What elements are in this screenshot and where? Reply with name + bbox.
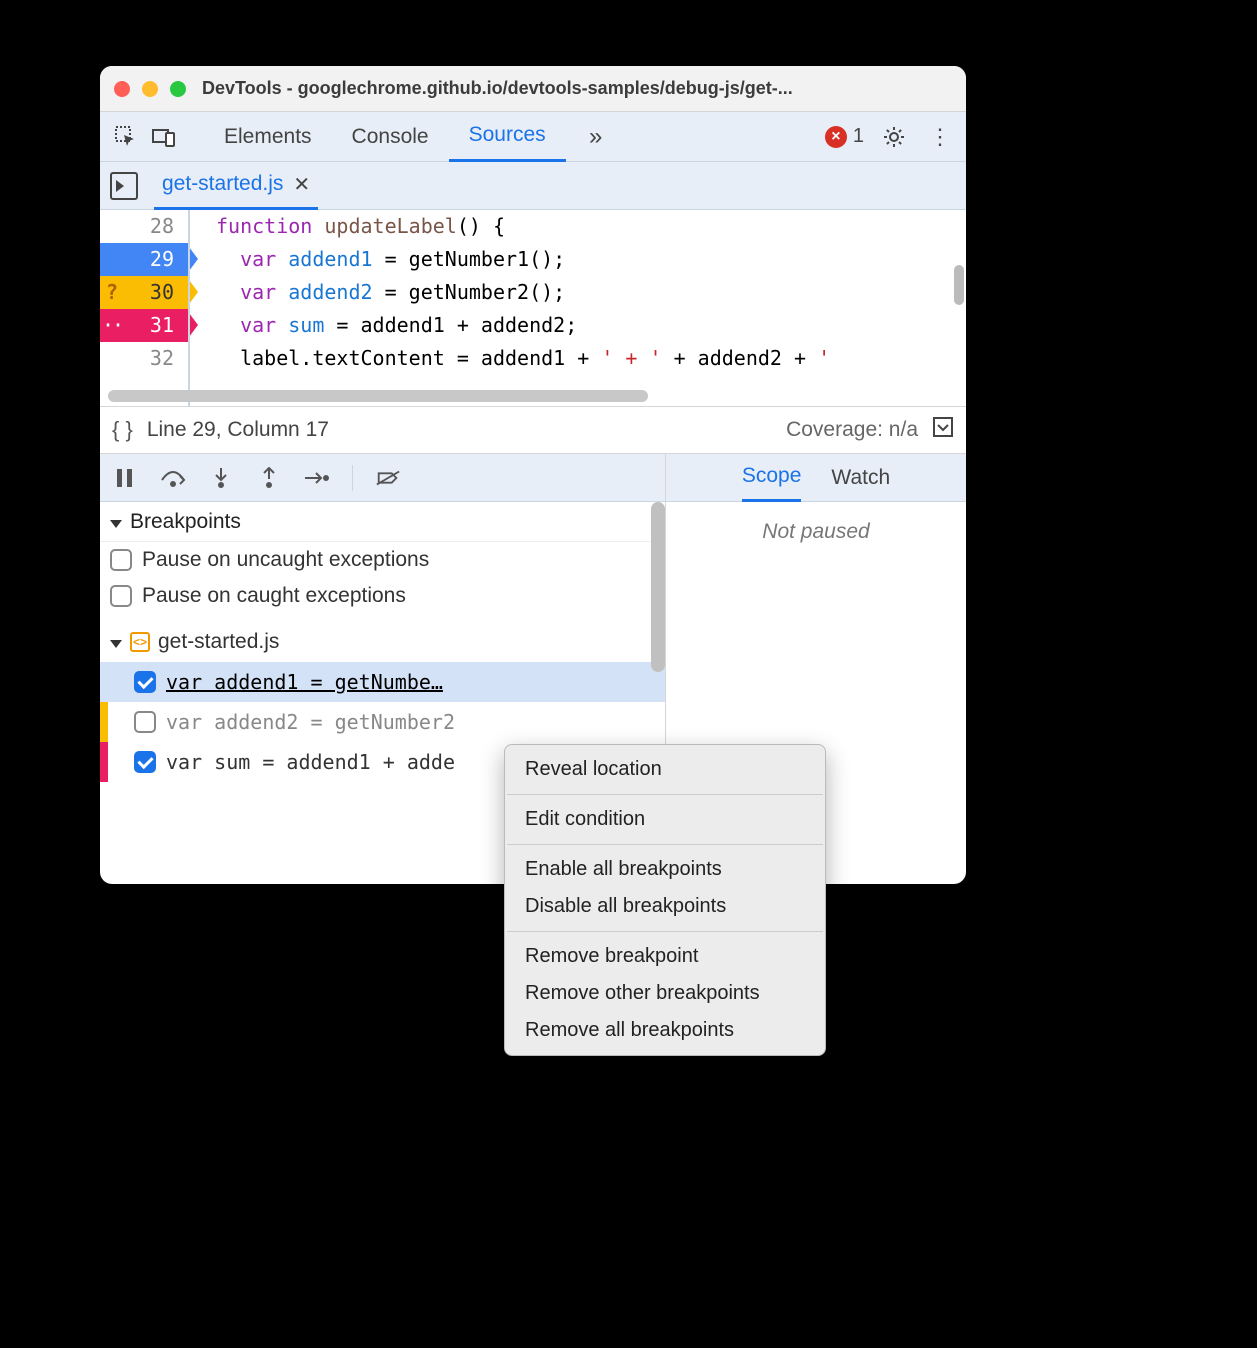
- context-menu-item[interactable]: Enable all breakpoints: [505, 851, 825, 888]
- breakpoint-edge-marker: [100, 702, 108, 742]
- scope-watch-tabs: Scope Watch: [666, 454, 966, 502]
- code-content[interactable]: function updateLabel() { var addend1 = g…: [188, 210, 966, 406]
- inspect-element-icon[interactable]: [110, 121, 142, 153]
- breakpoint-file-group[interactable]: <> get-started.js: [100, 622, 665, 662]
- code-line[interactable]: function updateLabel() {: [208, 210, 966, 243]
- pause-caught-label: Pause on caught exceptions: [142, 584, 406, 608]
- show-navigator-button[interactable]: [110, 172, 138, 200]
- breakpoint-code-text: var sum = addend1 + adde: [166, 750, 455, 774]
- tab-elements[interactable]: Elements: [204, 112, 332, 162]
- breakpoint-code-text: var addend1 = getNumbe…: [166, 670, 443, 694]
- breakpoint-entry[interactable]: var addend1 = getNumbe…: [100, 662, 665, 702]
- breakpoint-context-menu: Reveal location Edit condition Enable all …: [504, 744, 826, 1056]
- tab-watch[interactable]: Watch: [831, 454, 890, 502]
- checkbox-caught[interactable]: [110, 585, 132, 607]
- breakpoint-entry[interactable]: var addend2 = getNumber2: [100, 702, 665, 742]
- titlebar: DevTools - googlechrome.github.io/devtoo…: [100, 66, 966, 112]
- not-paused-message: Not paused: [666, 502, 966, 544]
- editor-statusbar: { } Line 29, Column 17 Coverage: n/a: [100, 406, 966, 454]
- coverage-label: Coverage: n/a: [786, 418, 918, 442]
- minimize-window-button[interactable]: [142, 81, 158, 97]
- caret-down-icon: [110, 630, 122, 654]
- error-count: 1: [853, 125, 864, 148]
- close-tab-icon[interactable]: ✕: [293, 172, 310, 197]
- line-number[interactable]: 28: [100, 210, 188, 243]
- panel-tabs: Elements Console Sources: [204, 112, 566, 162]
- line-number[interactable]: 31: [100, 309, 188, 342]
- close-window-button[interactable]: [114, 81, 130, 97]
- js-file-icon: <>: [130, 632, 150, 652]
- line-number[interactable]: 30: [100, 276, 188, 309]
- breakpoint-file-name: get-started.js: [158, 630, 279, 654]
- breakpoint-code-text: var addend2 = getNumber2: [166, 710, 455, 734]
- editor-vscroll[interactable]: [952, 210, 966, 406]
- debug-controls: [100, 454, 665, 502]
- window-title: DevTools - googlechrome.github.io/devtoo…: [202, 78, 793, 99]
- editor-hscroll[interactable]: [108, 390, 648, 402]
- breakpoint-checkbox[interactable]: [134, 711, 156, 733]
- maximize-window-button[interactable]: [170, 81, 186, 97]
- step-out-button[interactable]: [256, 465, 282, 491]
- separator: [352, 465, 353, 491]
- context-menu-item[interactable]: Remove breakpoint: [505, 938, 825, 975]
- main-toolbar: Elements Console Sources » × 1 ⋮: [100, 112, 966, 162]
- breakpoint-checkbox[interactable]: [134, 751, 156, 773]
- pause-uncaught-option[interactable]: Pause on uncaught exceptions: [100, 542, 665, 578]
- line-number[interactable]: 29: [100, 243, 188, 276]
- error-icon: ×: [825, 126, 847, 148]
- pause-uncaught-label: Pause on uncaught exceptions: [142, 548, 429, 572]
- breakpoints-label: Breakpoints: [130, 510, 241, 534]
- menu-separator: [507, 931, 823, 932]
- tab-console[interactable]: Console: [332, 112, 449, 162]
- context-menu-item[interactable]: Reveal location: [505, 751, 825, 788]
- line-number[interactable]: 32: [100, 342, 188, 375]
- checkbox-uncaught[interactable]: [110, 549, 132, 571]
- caret-down-icon: [110, 510, 122, 534]
- settings-icon[interactable]: [878, 121, 910, 153]
- file-tab[interactable]: get-started.js ✕: [154, 162, 318, 210]
- pane-scrollbar[interactable]: [651, 502, 665, 672]
- tab-scope[interactable]: Scope: [742, 454, 802, 502]
- step-button[interactable]: [304, 465, 330, 491]
- pause-caught-option[interactable]: Pause on caught exceptions: [100, 578, 665, 614]
- code-line[interactable]: var addend1 = getNumber1();: [208, 243, 966, 276]
- pretty-print-icon[interactable]: { }: [112, 417, 133, 443]
- step-over-button[interactable]: [160, 465, 186, 491]
- file-tab-name: get-started.js: [162, 172, 283, 196]
- tab-sources[interactable]: Sources: [449, 112, 566, 162]
- pause-button[interactable]: [112, 465, 138, 491]
- code-line[interactable]: var sum = addend1 + addend2;: [208, 309, 966, 342]
- deactivate-breakpoints-button[interactable]: [375, 465, 401, 491]
- code-line[interactable]: var addend2 = getNumber2();: [208, 276, 966, 309]
- step-into-button[interactable]: [208, 465, 234, 491]
- breakpoint-edge-marker: [100, 742, 108, 782]
- line-gutter[interactable]: 2829303132: [100, 210, 188, 406]
- file-tabs-bar: get-started.js ✕: [100, 162, 966, 210]
- editor-vscroll-thumb[interactable]: [954, 265, 964, 305]
- menu-separator: [507, 844, 823, 845]
- context-menu-item[interactable]: Remove all breakpoints: [505, 1012, 825, 1049]
- context-menu-item[interactable]: Edit condition: [505, 801, 825, 838]
- collapse-icon[interactable]: [932, 416, 954, 444]
- error-badge[interactable]: × 1: [825, 125, 864, 148]
- breakpoints-section-header[interactable]: Breakpoints: [100, 502, 665, 542]
- breakpoint-checkbox[interactable]: [134, 671, 156, 693]
- context-menu-item[interactable]: Remove other breakpoints: [505, 975, 825, 1012]
- cursor-position: Line 29, Column 17: [147, 418, 329, 442]
- traffic-lights: [114, 81, 186, 97]
- device-toggle-icon[interactable]: [148, 121, 180, 153]
- code-line[interactable]: label.textContent = addend1 + ' + ' + ad…: [208, 342, 966, 375]
- code-editor[interactable]: 2829303132 function updateLabel() { var …: [100, 210, 966, 406]
- kebab-menu-icon[interactable]: ⋮: [924, 121, 956, 153]
- menu-separator: [507, 794, 823, 795]
- context-menu-item[interactable]: Disable all breakpoints: [505, 888, 825, 925]
- more-tabs-icon[interactable]: »: [580, 121, 612, 153]
